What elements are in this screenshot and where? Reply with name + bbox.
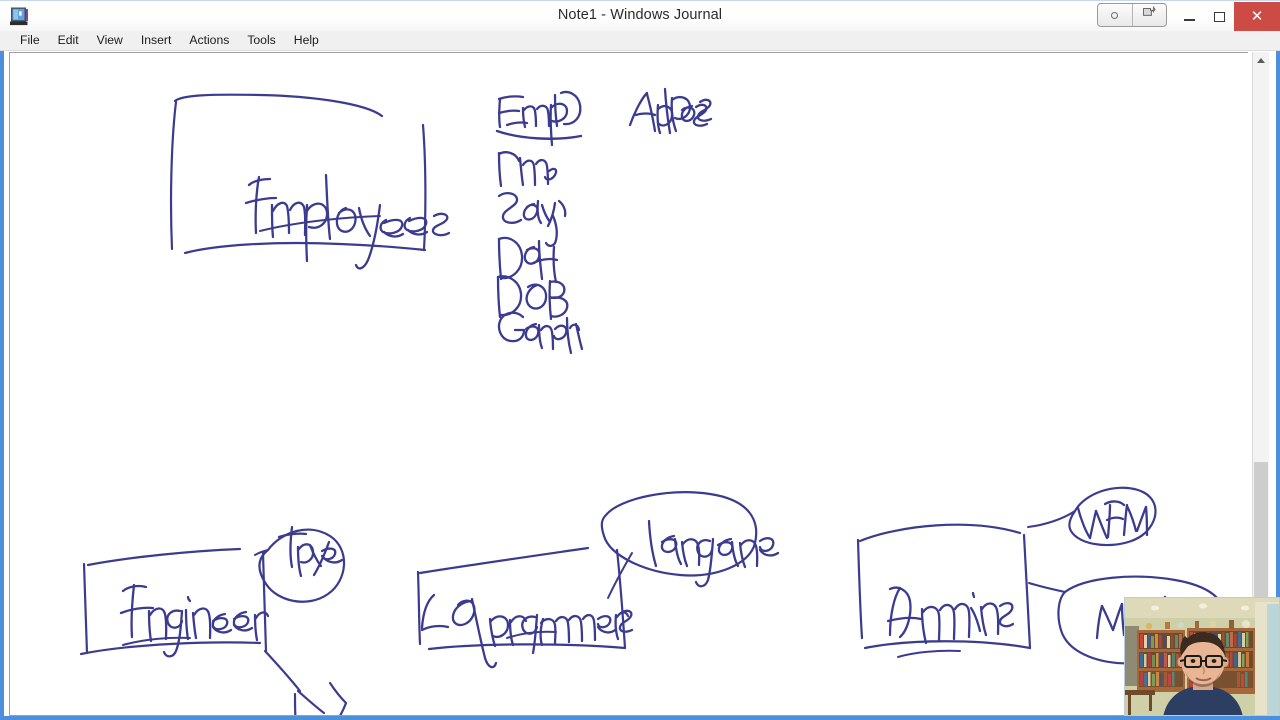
- menu-item-tools[interactable]: Tools: [238, 32, 284, 49]
- close-icon: ✕: [1250, 8, 1264, 25]
- menu-item-file[interactable]: File: [11, 32, 49, 49]
- connector-admins-msapps: [1028, 582, 1066, 593]
- entity-employees-shape: [169, 93, 427, 255]
- screen-capture-button[interactable]: [1131, 4, 1167, 26]
- maximize-button[interactable]: [1204, 1, 1234, 32]
- entity-admins-shape: [856, 523, 1032, 650]
- record-dot-icon: [1111, 11, 1119, 19]
- minimize-icon: [1183, 19, 1195, 21]
- employees-label: [244, 173, 451, 270]
- scroll-up-button[interactable]: [1253, 52, 1269, 69]
- screen-capture-icon: [1142, 5, 1156, 24]
- webcam-overlay[interactable]: [1124, 597, 1280, 716]
- attribute-gender: [497, 311, 584, 355]
- attribute-name: [497, 151, 558, 188]
- partial-diamond: [263, 649, 348, 715]
- menu-item-insert[interactable]: Insert: [132, 32, 180, 49]
- attribute-type-label: [277, 525, 344, 578]
- menu-bar: File Edit View Insert Actions Tools Help: [0, 31, 1280, 51]
- ink-drawing: [79, 87, 1238, 715]
- empid-underline: [495, 129, 583, 140]
- capture-toolbar[interactable]: [1097, 3, 1167, 27]
- minimize-button[interactable]: [1174, 1, 1204, 32]
- record-button[interactable]: [1098, 4, 1132, 26]
- admins-label: [886, 586, 1015, 645]
- note-canvas[interactable]: [9, 52, 1248, 716]
- menu-item-edit[interactable]: Edit: [49, 32, 88, 49]
- attribute-address: [628, 87, 713, 135]
- title-bar: Note1 - Windows Journal ✕: [0, 0, 1280, 32]
- window-controls: ✕: [1174, 1, 1280, 32]
- webcam-video-frame: [1125, 598, 1279, 715]
- journal-window: Note1 - Windows Journal ✕ File Edit View…: [0, 0, 1280, 720]
- connector-admins-wfm: [1027, 510, 1076, 528]
- ink-surface[interactable]: [10, 53, 1248, 715]
- attribute-wfm-label: [1076, 500, 1149, 540]
- menu-item-actions[interactable]: Actions: [180, 32, 238, 49]
- attribute-type-oval: [258, 528, 346, 603]
- admins-underline: [897, 649, 961, 658]
- menu-item-help[interactable]: Help: [285, 32, 328, 49]
- window-title: Note1 - Windows Journal: [557, 7, 723, 23]
- menu-item-view[interactable]: View: [88, 32, 132, 49]
- scroll-up-arrow-icon: [1257, 58, 1265, 63]
- attribute-language-oval: [600, 491, 758, 577]
- close-button[interactable]: ✕: [1234, 2, 1280, 31]
- programmers-label: [420, 593, 634, 669]
- attribute-language-label: [647, 519, 780, 588]
- maximize-icon: [1213, 11, 1225, 22]
